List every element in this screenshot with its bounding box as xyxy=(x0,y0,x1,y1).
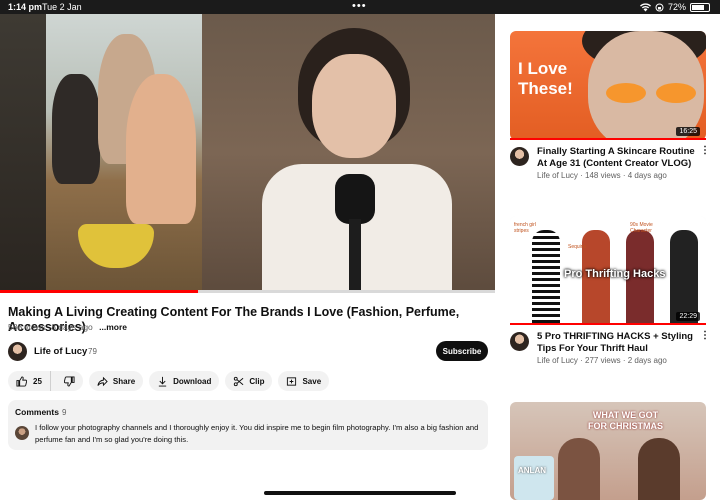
thumb3-headline-line2: FOR CHRISTMAS xyxy=(588,421,663,431)
video-progress-fill xyxy=(0,290,198,293)
thumb3-headline-line1: WHAT WE GOT xyxy=(592,410,659,420)
video-presenter xyxy=(202,14,495,292)
channel-name[interactable]: Life of Lucy xyxy=(34,346,87,357)
description-more-link[interactable]: ...more xyxy=(99,322,127,332)
youtube-watch-page: 1:14 pm Tue 2 Jan ••• 72% Making A Livin… xyxy=(0,0,720,500)
recommendation-thumbnail-1[interactable]: I Love These! 16:25 xyxy=(510,31,706,140)
recommendation-thumbnail-2[interactable]: french girl stripes Sequins 90s Movie Ch… xyxy=(510,216,706,325)
more-options-icon[interactable]: ⋮ xyxy=(700,146,710,156)
recommendation-title-1[interactable]: Finally Starting A Skincare Routine At A… xyxy=(537,146,703,170)
video-inset-photo xyxy=(46,14,202,292)
commenter-avatar xyxy=(15,426,29,440)
thumb2-figure-4 xyxy=(670,230,698,325)
scissors-icon xyxy=(234,376,244,386)
card-channel-avatar[interactable] xyxy=(510,147,529,166)
more-options-icon[interactable]: ⋮ xyxy=(700,331,710,341)
battery-icon xyxy=(690,2,710,12)
status-indicators: 72% xyxy=(639,2,710,12)
rotation-lock-icon xyxy=(655,3,664,11)
recommendation-meta-2: Life of Lucy · 277 views · 2 days ago xyxy=(537,356,667,365)
save-label: Save xyxy=(302,376,322,386)
battery-percent: 72% xyxy=(667,2,686,12)
thumb1-headline-line1: I Love xyxy=(518,59,568,78)
share-label: Share xyxy=(112,376,136,386)
thumb3-gift-bag xyxy=(514,456,554,500)
recommendation-meta-1: Life of Lucy · 148 views · 4 days ago xyxy=(537,171,667,180)
thumbs-up-icon xyxy=(16,375,27,387)
share-button[interactable]: Share xyxy=(88,371,144,391)
thumb3-person-2 xyxy=(638,438,680,500)
download-button[interactable]: Download xyxy=(149,371,220,391)
subscriber-count: 79 xyxy=(88,347,97,356)
thumb2-label-a: french girl stripes xyxy=(514,222,536,234)
share-icon xyxy=(97,376,108,386)
recommendation-thumbnail-3[interactable]: WHAT WE GOT FOR CHRISTMAS ANLAN xyxy=(510,402,706,500)
top-comment-text: I follow your photography channels and I… xyxy=(35,423,479,444)
channel-row: Life of Lucy 79 Subscribe xyxy=(8,341,488,363)
wifi-icon xyxy=(639,2,651,11)
like-count: 25 xyxy=(33,376,42,386)
clip-label: Clip xyxy=(249,376,265,386)
comments-title: Comments xyxy=(15,407,59,417)
presenter-face xyxy=(312,54,396,158)
thumb3-headline: WHAT WE GOT FOR CHRISTMAS xyxy=(588,410,663,432)
thumb1-eye-patch-right xyxy=(656,83,696,103)
inset-bowl xyxy=(78,224,154,268)
recommendations-list: I Love These! 16:25 Finally Starting A S… xyxy=(496,14,720,500)
microphone xyxy=(335,174,375,224)
thumb2-label-c: 90s Movie Character xyxy=(630,222,653,234)
subscribe-button[interactable]: Subscribe xyxy=(436,341,488,361)
upload-age: 8 days ago xyxy=(51,322,93,332)
watched-progress-bar xyxy=(510,323,706,325)
multitasking-dots-icon[interactable]: ••• xyxy=(352,0,367,12)
video-player[interactable] xyxy=(0,14,495,292)
comments-heading: Comments 9 xyxy=(15,407,66,417)
inset-child xyxy=(126,74,196,224)
like-button[interactable]: 25 xyxy=(8,371,51,391)
inset-person-1 xyxy=(52,74,100,184)
thumb2-figure-1 xyxy=(532,230,560,325)
clip-button[interactable]: Clip xyxy=(225,371,273,391)
video-frame-left xyxy=(0,14,46,292)
dislike-button[interactable] xyxy=(56,371,83,391)
thumb1-eye-patch-left xyxy=(606,83,646,103)
thumb2-headline: Pro Thrifting Hacks xyxy=(564,268,666,280)
card-channel-avatar[interactable] xyxy=(510,332,529,351)
duration-badge: 16:25 xyxy=(676,127,700,136)
duration-badge: 22:29 xyxy=(676,312,700,321)
status-bar: 1:14 pm Tue 2 Jan ••• 72% xyxy=(0,0,720,14)
microphone-handle xyxy=(349,219,361,292)
status-time: 1:14 pm xyxy=(8,2,43,12)
thumb1-headline: I Love These! xyxy=(518,59,573,99)
comments-panel[interactable]: Comments 9 I follow your photography chan… xyxy=(8,400,488,450)
thumb2-label-b: Sequins xyxy=(568,244,587,250)
channel-avatar[interactable] xyxy=(8,342,27,361)
download-label: Download xyxy=(173,376,212,386)
view-count: 588 views xyxy=(8,322,46,332)
action-bar: 25 Share Download Clip Save xyxy=(8,371,330,391)
thumb3-bag-text: ANLAN xyxy=(518,466,546,475)
status-date: Tue 2 Jan xyxy=(42,2,82,12)
save-to-playlist-icon xyxy=(287,376,297,386)
watched-progress-bar xyxy=(510,138,706,140)
video-progress-bar[interactable] xyxy=(0,290,495,293)
home-indicator[interactable] xyxy=(264,491,456,495)
recommendation-title-2[interactable]: 5 Pro THRIFTING HACKS + Styling Tips For… xyxy=(537,331,703,355)
thumbs-down-icon xyxy=(63,375,75,387)
video-meta[interactable]: 588 views 8 days ago ...more xyxy=(8,322,127,332)
like-dislike-group: 25 xyxy=(8,371,83,391)
thumb1-headline-line2: These! xyxy=(518,79,573,98)
comments-count: 9 xyxy=(61,408,67,417)
save-button[interactable]: Save xyxy=(278,371,330,391)
download-icon xyxy=(158,376,167,387)
thumb3-person-1 xyxy=(558,438,600,500)
